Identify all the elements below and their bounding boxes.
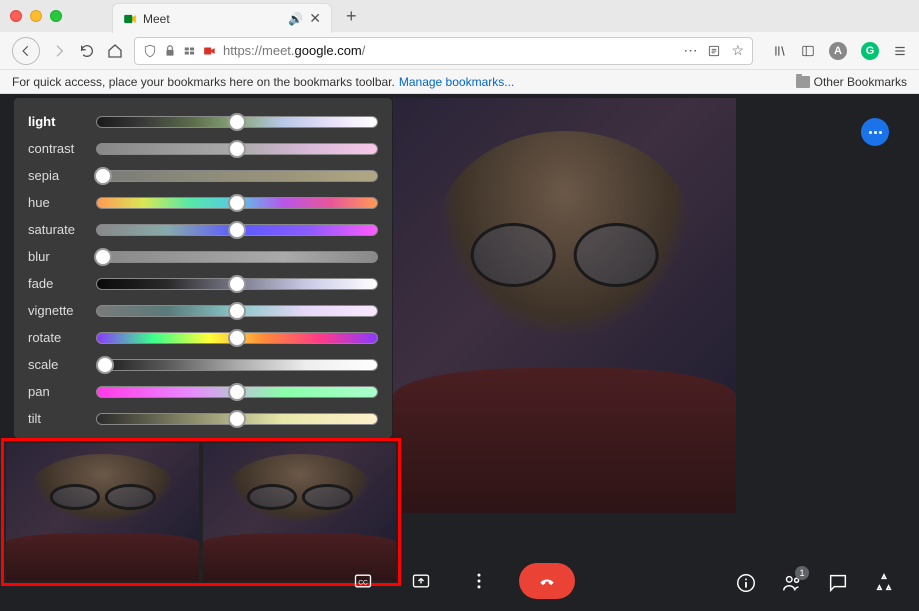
reload-button[interactable]	[78, 42, 96, 60]
slider-thumb[interactable]	[228, 140, 246, 158]
slider-thumb[interactable]	[228, 410, 246, 428]
manage-bookmarks-link[interactable]: Manage bookmarks...	[399, 75, 514, 89]
filter-label: hue	[28, 195, 96, 210]
filter-row-pan: pan	[28, 378, 378, 405]
filter-label: tilt	[28, 411, 96, 426]
browser-toolbar: https://meet.google.com/ ⋯ ☆ A G	[0, 32, 919, 70]
bookmark-hint: For quick access, place your bookmarks h…	[12, 75, 395, 89]
bookmarks-toolbar: For quick access, place your bookmarks h…	[0, 70, 919, 94]
other-bookmarks-label: Other Bookmarks	[814, 75, 907, 89]
browser-tab[interactable]: Meet 🔊 ✕	[112, 3, 332, 33]
present-screen-button[interactable]	[403, 563, 439, 599]
lock-icon	[163, 44, 177, 58]
forward-button	[50, 42, 68, 60]
traffic-lights	[10, 10, 62, 22]
filter-label: light	[28, 114, 96, 129]
slider-thumb[interactable]	[228, 275, 246, 293]
tab-close-button[interactable]: ✕	[309, 10, 321, 27]
meeting-details-button[interactable]	[735, 572, 757, 599]
window-maximize-button[interactable]	[50, 10, 62, 22]
other-bookmarks-folder[interactable]: Other Bookmarks	[796, 75, 907, 89]
slider-thumb[interactable]	[228, 383, 246, 401]
filter-slider-fade[interactable]	[96, 278, 378, 290]
filter-slider-rotate[interactable]	[96, 332, 378, 344]
filter-slider-scale[interactable]	[96, 359, 378, 371]
filter-row-tilt: tilt	[28, 405, 378, 432]
captions-button[interactable]: CC	[345, 563, 381, 599]
filter-row-light: light	[28, 108, 378, 135]
window-titlebar: Meet 🔊 ✕ +	[0, 0, 919, 32]
filter-slider-hue[interactable]	[96, 197, 378, 209]
meet-content: light contrast sepia hue saturate blur fade vig…	[0, 94, 919, 611]
slider-thumb[interactable]	[94, 248, 112, 266]
filter-slider-blur[interactable]	[96, 251, 378, 263]
slider-thumb[interactable]	[228, 329, 246, 347]
window-minimize-button[interactable]	[30, 10, 42, 22]
account-icon[interactable]: A	[829, 42, 847, 60]
main-video-feed	[393, 98, 736, 513]
slider-thumb[interactable]	[94, 167, 112, 185]
slider-thumb[interactable]	[96, 356, 114, 374]
slider-thumb[interactable]	[228, 194, 246, 212]
home-button[interactable]	[106, 42, 124, 60]
address-bar[interactable]: https://meet.google.com/ ⋯ ☆	[134, 37, 753, 65]
back-button[interactable]	[12, 37, 40, 65]
filter-row-contrast: contrast	[28, 135, 378, 162]
activities-button[interactable]	[873, 572, 895, 599]
filter-slider-vignette[interactable]	[96, 305, 378, 317]
bookmark-star-icon[interactable]: ☆	[731, 42, 744, 59]
filter-row-sepia: sepia	[28, 162, 378, 189]
meet-favicon-icon	[123, 12, 137, 26]
filter-label: fade	[28, 276, 96, 291]
sound-icon[interactable]: 🔊	[288, 12, 303, 26]
participant-count-badge: 1	[795, 566, 809, 580]
camera-indicator-icon	[203, 44, 217, 58]
filter-label: saturate	[28, 222, 96, 237]
filter-label: vignette	[28, 303, 96, 318]
chat-button[interactable]	[827, 572, 849, 599]
grammarly-icon[interactable]: G	[861, 42, 879, 60]
filter-label: blur	[28, 249, 96, 264]
filter-slider-sepia[interactable]	[96, 170, 378, 182]
participants-button[interactable]: 1	[781, 572, 803, 599]
filter-slider-contrast[interactable]	[96, 143, 378, 155]
filter-slider-pan[interactable]	[96, 386, 378, 398]
new-tab-button[interactable]: +	[346, 6, 357, 27]
filter-row-hue: hue	[28, 189, 378, 216]
slider-thumb[interactable]	[228, 221, 246, 239]
filter-label: contrast	[28, 141, 96, 156]
tab-title: Meet	[143, 12, 282, 26]
slider-thumb[interactable]	[228, 302, 246, 320]
filter-label: sepia	[28, 168, 96, 183]
leave-call-button[interactable]	[519, 563, 575, 599]
hamburger-menu-icon[interactable]	[893, 44, 907, 58]
library-icon[interactable]	[773, 44, 787, 58]
more-controls-button[interactable]	[461, 563, 497, 599]
sidebar-icon[interactable]	[801, 44, 815, 58]
shield-icon	[143, 44, 157, 58]
svg-text:CC: CC	[358, 579, 368, 586]
url-text: https://meet.google.com/	[223, 43, 677, 58]
more-options-button[interactable]	[861, 118, 889, 146]
page-actions-icon[interactable]: ⋯	[683, 42, 697, 59]
filter-slider-light[interactable]	[96, 116, 378, 128]
filter-row-scale: scale	[28, 351, 378, 378]
meet-info-controls: 1	[735, 572, 895, 599]
filter-label: scale	[28, 357, 96, 372]
reader-icon[interactable]	[707, 44, 721, 58]
filter-slider-saturate[interactable]	[96, 224, 378, 236]
filter-row-vignette: vignette	[28, 297, 378, 324]
window-close-button[interactable]	[10, 10, 22, 22]
filter-slider-tilt[interactable]	[96, 413, 378, 425]
filter-row-blur: blur	[28, 243, 378, 270]
camera-filter-panel: light contrast sepia hue saturate blur fade vig…	[14, 98, 392, 438]
folder-icon	[796, 76, 810, 88]
filter-row-saturate: saturate	[28, 216, 378, 243]
filter-row-rotate: rotate	[28, 324, 378, 351]
filter-label: rotate	[28, 330, 96, 345]
slider-thumb[interactable]	[228, 113, 246, 131]
filter-label: pan	[28, 384, 96, 399]
filter-row-fade: fade	[28, 270, 378, 297]
permissions-icon	[183, 44, 197, 58]
